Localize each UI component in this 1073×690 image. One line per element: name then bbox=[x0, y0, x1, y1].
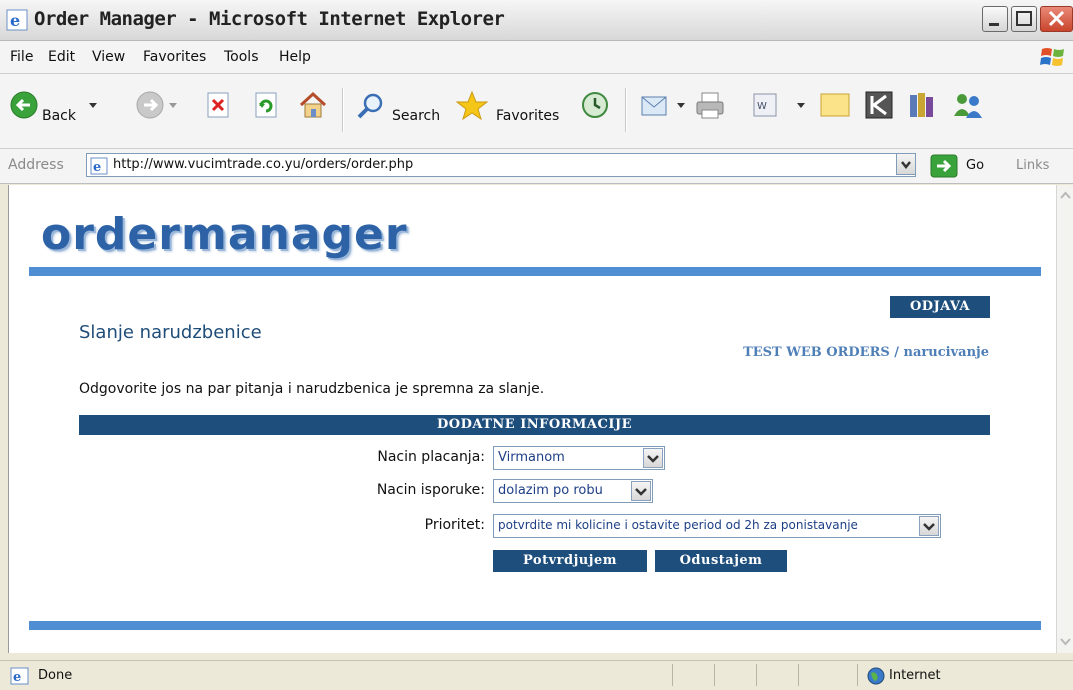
forward-dropdown-icon bbox=[169, 103, 177, 108]
vertical-scrollbar[interactable] bbox=[1056, 185, 1073, 653]
window-title: Order Manager - Microsoft Internet Explo… bbox=[34, 8, 505, 30]
close-icon bbox=[1048, 10, 1065, 27]
back-arrow-icon bbox=[10, 91, 38, 119]
toolbar-separator bbox=[625, 88, 627, 132]
logout-button[interactable]: ODJAVA bbox=[890, 296, 990, 318]
status-divider bbox=[714, 664, 715, 686]
ie-icon: e bbox=[6, 9, 28, 31]
priority-dropdown[interactable] bbox=[919, 516, 939, 536]
messenger-people-icon[interactable] bbox=[950, 90, 986, 120]
menu-edit[interactable]: Edit bbox=[48, 49, 75, 65]
favorites-label: Favorites bbox=[496, 108, 560, 124]
footer-divider bbox=[29, 621, 1041, 630]
scroll-down-icon[interactable] bbox=[1058, 633, 1073, 650]
svg-text:W: W bbox=[757, 101, 767, 112]
links-toolbar[interactable]: Links bbox=[1016, 158, 1049, 173]
status-text: Done bbox=[38, 668, 73, 683]
menu-bar: File Edit View Favorites Tools Help bbox=[0, 41, 1073, 74]
forward-arrow-icon bbox=[136, 91, 164, 119]
ordermanager-logo: ordermanager bbox=[41, 209, 408, 260]
page-icon: e bbox=[90, 157, 108, 175]
go-arrow-icon[interactable] bbox=[930, 154, 960, 178]
status-divider bbox=[798, 664, 799, 686]
stop-icon[interactable] bbox=[206, 91, 232, 119]
search-label: Search bbox=[392, 108, 441, 124]
minimize-icon bbox=[989, 23, 999, 26]
intro-text: Odgovorite jos na par pitanja i narudzbe… bbox=[79, 381, 545, 397]
svg-text:e: e bbox=[93, 160, 101, 175]
mail-dropdown-icon[interactable] bbox=[676, 102, 686, 110]
page-title: Slanje narudzbenice bbox=[79, 322, 262, 343]
home-icon[interactable] bbox=[297, 90, 329, 120]
delivery-select[interactable]: dolazim po robu bbox=[493, 479, 653, 503]
refresh-icon[interactable] bbox=[254, 91, 280, 119]
menu-file[interactable]: File bbox=[10, 49, 33, 65]
edit-dropdown-icon[interactable] bbox=[796, 102, 806, 110]
note-icon[interactable] bbox=[818, 90, 852, 120]
toolbar: Back Search Favorites W bbox=[0, 74, 1073, 149]
delivery-label: Nacin isporuke: bbox=[376, 482, 485, 498]
delivery-value: dolazim po robu bbox=[498, 483, 603, 498]
section-header: DODATNE INFORMACIJE bbox=[79, 415, 990, 435]
chevron-down-icon bbox=[923, 523, 935, 531]
back-dropdown-icon bbox=[89, 103, 97, 108]
status-divider bbox=[857, 664, 858, 686]
priority-select[interactable]: potvrdite mi kolicine i ostavite period … bbox=[493, 514, 941, 538]
page-done-icon: e bbox=[10, 667, 29, 685]
search-icon bbox=[357, 93, 383, 119]
edit-word-icon[interactable]: W bbox=[752, 92, 778, 118]
history-icon[interactable] bbox=[580, 90, 610, 120]
header-divider bbox=[29, 267, 1041, 276]
windows-logo-icon bbox=[1040, 48, 1064, 66]
menu-view[interactable]: View bbox=[92, 49, 125, 65]
payment-select[interactable]: Virmanom bbox=[493, 446, 665, 470]
print-icon[interactable] bbox=[694, 90, 728, 120]
address-url: http://www.vucimtrade.co.yu/orders/order… bbox=[113, 157, 414, 172]
status-bar: e Done Internet bbox=[0, 660, 1073, 690]
chevron-down-icon bbox=[647, 455, 659, 463]
internet-globe-icon bbox=[867, 667, 885, 685]
messenger-k-icon[interactable] bbox=[864, 90, 894, 120]
maximize-icon bbox=[1016, 11, 1032, 26]
favorites-star-icon bbox=[456, 90, 488, 120]
research-books-icon[interactable] bbox=[906, 89, 938, 121]
go-button[interactable]: Go bbox=[966, 158, 984, 173]
address-input[interactable]: e http://www.vucimtrade.co.yu/orders/ord… bbox=[86, 153, 916, 177]
menu-tools[interactable]: Tools bbox=[224, 49, 259, 65]
priority-label: Prioritet: bbox=[424, 517, 485, 533]
company-breadcrumb[interactable]: TEST WEB ORDERS / narucivanje bbox=[609, 345, 989, 360]
payment-value: Virmanom bbox=[498, 450, 565, 465]
status-divider bbox=[672, 664, 673, 686]
svg-text:e: e bbox=[10, 11, 20, 30]
close-button[interactable] bbox=[1040, 6, 1073, 32]
address-dropdown[interactable] bbox=[896, 153, 916, 175]
page-viewport: ordermanager ODJAVA Slanje narudzbenice … bbox=[8, 185, 1057, 653]
chevron-down-icon bbox=[901, 161, 911, 170]
payment-label: Nacin placanja: bbox=[377, 449, 485, 465]
address-label: Address bbox=[8, 157, 64, 173]
back-label: Back bbox=[42, 108, 76, 124]
minimize-button[interactable] bbox=[982, 6, 1008, 32]
svg-text:e: e bbox=[13, 670, 21, 685]
menu-favorites[interactable]: Favorites bbox=[143, 49, 206, 65]
address-bar: Address e http://www.vucimtrade.co.yu/or… bbox=[0, 149, 1073, 184]
cancel-button[interactable]: Odustajem bbox=[655, 550, 787, 572]
title-bar: e Order Manager - Microsoft Internet Exp… bbox=[0, 0, 1073, 41]
delivery-dropdown[interactable] bbox=[631, 481, 651, 501]
maximize-button[interactable] bbox=[1011, 6, 1037, 32]
mail-icon[interactable] bbox=[640, 91, 672, 119]
scroll-up-icon[interactable] bbox=[1058, 187, 1073, 204]
priority-value: potvrdite mi kolicine i ostavite period … bbox=[498, 518, 858, 532]
menu-help[interactable]: Help bbox=[279, 49, 311, 65]
payment-dropdown[interactable] bbox=[643, 448, 663, 468]
toolbar-separator bbox=[342, 88, 344, 132]
status-divider bbox=[756, 664, 757, 686]
confirm-button[interactable]: Potvrdjujem bbox=[493, 550, 647, 572]
chevron-down-icon bbox=[635, 488, 647, 496]
security-zone: Internet bbox=[889, 668, 941, 683]
